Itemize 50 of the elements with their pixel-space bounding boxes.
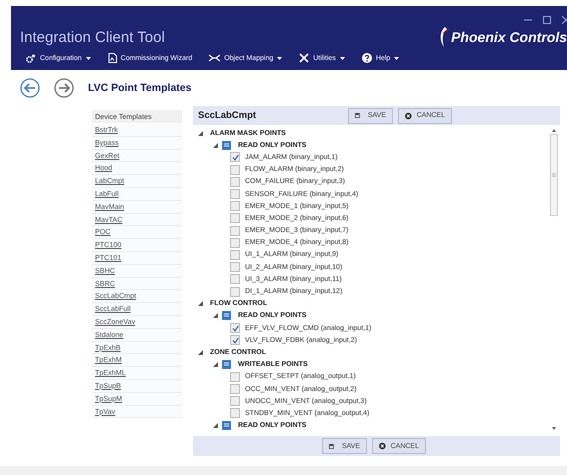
- checkbox[interactable]: [230, 189, 240, 200]
- expand-arrow-icon[interactable]: [213, 423, 218, 428]
- template-title: SccLabCmpt: [198, 110, 258, 121]
- mapping-icon: [209, 54, 220, 62]
- back-icon[interactable]: [20, 78, 40, 98]
- app-title: Integration Client Tool: [20, 28, 165, 46]
- logo-text: Phoenix Controls: [451, 29, 567, 45]
- forward-icon[interactable]: [54, 78, 74, 98]
- checkbox[interactable]: [230, 164, 240, 175]
- checkbox[interactable]: [230, 152, 240, 162]
- scroll-up-icon[interactable]: [552, 129, 556, 132]
- cancel-icon: [405, 110, 412, 120]
- scroll-down-icon[interactable]: [552, 427, 556, 430]
- save-icon: [355, 111, 360, 120]
- page-title: LVC Point Templates: [88, 82, 192, 94]
- list-icon: [222, 421, 231, 430]
- expand-arrow-icon[interactable]: [198, 130, 203, 136]
- checkbox[interactable]: [230, 262, 240, 272]
- cancel-icon: [379, 441, 386, 451]
- checkbox[interactable]: [230, 396, 240, 406]
- checkbox[interactable]: [230, 176, 240, 187]
- expand-arrow-icon[interactable]: [213, 313, 218, 318]
- checkbox[interactable]: [230, 408, 240, 418]
- checkbox[interactable]: [230, 238, 240, 248]
- expand-arrow-icon[interactable]: [198, 301, 203, 306]
- checkbox[interactable]: [230, 384, 240, 394]
- logo-icon: [439, 26, 450, 48]
- checkbox[interactable]: [230, 286, 240, 297]
- checkbox[interactable]: [230, 372, 240, 382]
- document-icon: [108, 53, 117, 63]
- list-icon: [222, 360, 231, 370]
- help-icon: [362, 53, 372, 63]
- expand-arrow-icon[interactable]: [213, 142, 218, 148]
- checkbox[interactable]: [230, 274, 240, 284]
- checkbox[interactable]: [230, 335, 240, 346]
- checkbox[interactable]: [230, 226, 240, 236]
- checkbox[interactable]: [230, 213, 240, 224]
- expand-arrow-icon[interactable]: [198, 350, 203, 355]
- checkbox[interactable]: [230, 201, 240, 212]
- expand-arrow-icon[interactable]: [213, 362, 218, 368]
- gears-icon: [26, 54, 36, 62]
- grip-icon: [552, 173, 556, 177]
- close-icon[interactable]: [562, 16, 567, 24]
- save-icon: [329, 442, 334, 450]
- checkbox[interactable]: [230, 323, 240, 334]
- scrollbar-thumb[interactable]: [550, 134, 558, 216]
- list-icon: [222, 140, 231, 150]
- list-icon: [222, 311, 231, 320]
- checkbox[interactable]: [230, 250, 240, 260]
- maximize-icon[interactable]: [543, 16, 551, 24]
